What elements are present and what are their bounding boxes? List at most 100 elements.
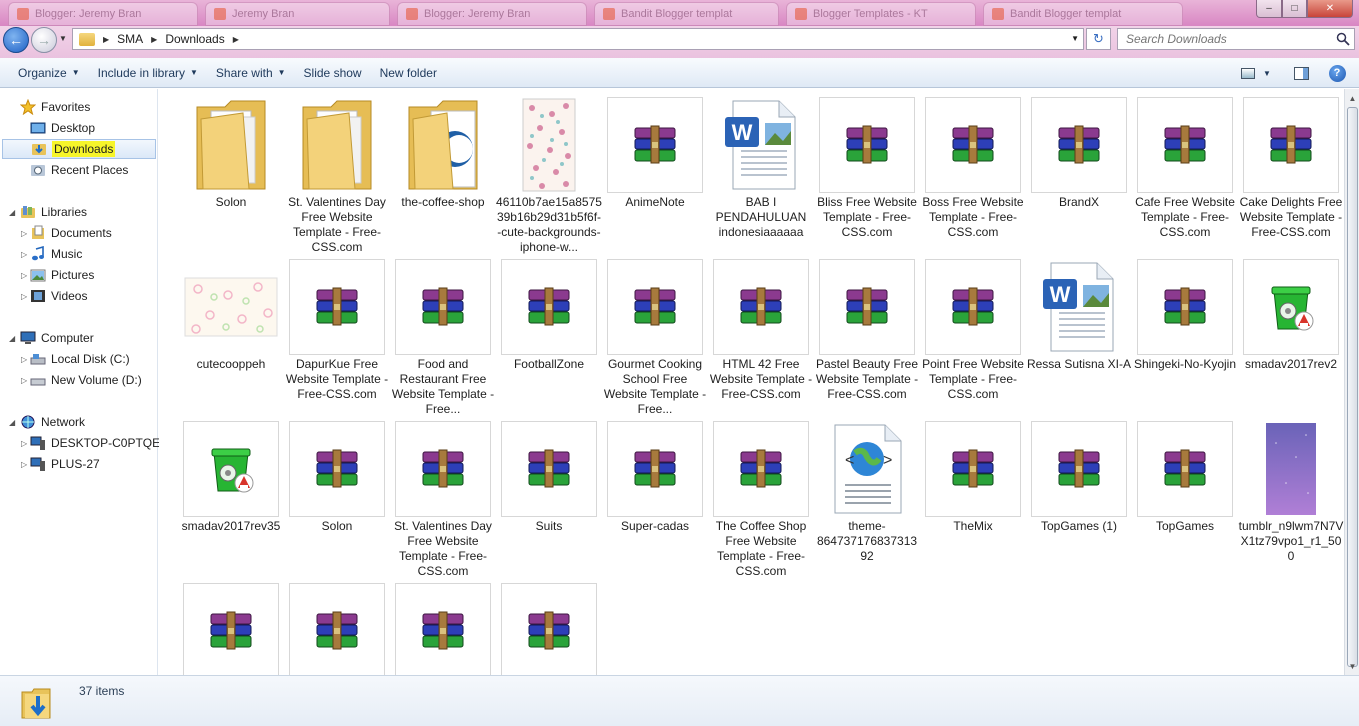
chevron-right-icon[interactable]: ▷ xyxy=(21,376,27,385)
maximize-button[interactable]: □ xyxy=(1282,0,1307,18)
chevron-right-icon[interactable]: ▷ xyxy=(21,439,27,448)
close-button[interactable]: ✕ xyxy=(1307,0,1353,18)
file-item[interactable]: TheMix xyxy=(920,416,1026,576)
file-item[interactable]: W Ressa Sutisna XI-A xyxy=(1026,254,1132,414)
refresh-button[interactable]: ↻ xyxy=(1086,28,1111,50)
nav-network[interactable]: Network xyxy=(20,412,85,432)
chevron-right-icon[interactable]: ▶ xyxy=(233,35,239,44)
file-item[interactable]: smadav2017rev2 xyxy=(1238,254,1344,414)
preview-pane-button[interactable] xyxy=(1290,62,1312,84)
nav-videos[interactable]: Videos xyxy=(30,286,87,306)
chevron-right-icon[interactable]: ▷ xyxy=(21,271,27,280)
forward-button[interactable]: → xyxy=(31,27,57,53)
file-item[interactable] xyxy=(284,578,390,675)
search-input[interactable] xyxy=(1126,32,1326,46)
browser-tab[interactable]: Blogger: Jeremy Bran xyxy=(397,2,587,26)
file-item[interactable]: St. Valentines Day Free Website Template… xyxy=(284,92,390,254)
browser-tab[interactable]: Jeremy Bran xyxy=(205,2,390,26)
nav-plus27[interactable]: PLUS-27 xyxy=(30,454,100,474)
chevron-right-icon[interactable]: ▶ xyxy=(103,35,109,44)
file-item[interactable]: TopGames (1) xyxy=(1026,416,1132,576)
minimize-button[interactable]: – xyxy=(1256,0,1282,18)
nav-pictures[interactable]: Pictures xyxy=(30,265,94,285)
nav-music[interactable]: Music xyxy=(30,244,82,264)
file-item[interactable]: BrandX xyxy=(1026,92,1132,252)
browser-tab[interactable]: Blogger Templates - KT xyxy=(786,2,976,26)
file-item[interactable]: FootballZone xyxy=(496,254,602,414)
chevron-down-icon[interactable]: ◢ xyxy=(9,334,15,343)
nav-recent-places[interactable]: Recent Places xyxy=(30,160,128,180)
file-item[interactable]: tumblr_n9lwm7N7VX1tz79vpo1_r1_500 xyxy=(1238,416,1344,576)
file-item[interactable]: Gourmet Cooking School Free Website Temp… xyxy=(602,254,708,416)
file-item[interactable]: cutecooppeh xyxy=(178,254,284,414)
file-item[interactable]: Boss Free Website Template - Free-CSS.co… xyxy=(920,92,1026,252)
nav-desktop[interactable]: Desktop xyxy=(30,118,95,138)
file-item[interactable]: The Coffee Shop Free Website Template - … xyxy=(708,416,814,578)
recent-pages-dropdown[interactable]: ▼ xyxy=(59,34,67,43)
file-item[interactable]: Bliss Free Website Template - Free-CSS.c… xyxy=(814,92,920,252)
file-item[interactable]: Shingeki-No-Kyojin xyxy=(1132,254,1238,414)
breadcrumb-sma[interactable]: SMA xyxy=(117,32,143,46)
file-item[interactable]: Cake Delights Free Website Template - Fr… xyxy=(1238,92,1344,252)
nav-computer[interactable]: Computer xyxy=(20,328,94,348)
file-item[interactable]: the-coffee-shop xyxy=(390,92,496,252)
chevron-right-icon[interactable]: ▶ xyxy=(151,35,157,44)
chevron-down-icon[interactable]: ▼ xyxy=(1071,34,1079,43)
nav-local-disk[interactable]: Local Disk (C:) xyxy=(30,349,130,369)
file-item[interactable]: St. Valentines Day Free Website Template… xyxy=(390,416,496,578)
address-bar[interactable]: ▶ SMA ▶ Downloads ▶ ▼ xyxy=(72,28,1084,50)
nav-documents[interactable]: Documents xyxy=(30,223,112,243)
nav-favorites[interactable]: Favorites xyxy=(20,97,90,117)
nav-libraries[interactable]: Libraries xyxy=(20,202,87,222)
chevron-down-icon[interactable]: ▼ xyxy=(1347,660,1358,672)
file-item[interactable]: HTML 42 Free Website Template - Free-CSS… xyxy=(708,254,814,414)
nav-downloads[interactable]: Downloads xyxy=(2,139,156,159)
chevron-right-icon[interactable]: ▷ xyxy=(21,355,27,364)
file-item[interactable]: W BAB I PENDAHULUAN indonesiaaaaaa xyxy=(708,92,814,252)
file-item[interactable]: < > theme-86473717683731392 xyxy=(814,416,920,576)
file-item[interactable]: Cafe Free Website Template - Free-CSS.co… xyxy=(1132,92,1238,252)
winrar-archive-icon xyxy=(1137,97,1233,193)
chevron-up-icon[interactable]: ▲ xyxy=(1347,92,1358,104)
help-button[interactable]: ? xyxy=(1327,62,1347,84)
scrollbar-thumb[interactable] xyxy=(1347,107,1358,667)
file-item[interactable] xyxy=(390,578,496,675)
change-view-button[interactable]: ▼ xyxy=(1236,62,1276,84)
file-item[interactable]: smadav2017rev35 xyxy=(178,416,284,576)
new-folder-button[interactable]: New folder xyxy=(371,58,446,87)
include-in-library-button[interactable]: Include in library ▼ xyxy=(89,58,207,87)
file-item[interactable] xyxy=(496,578,602,675)
file-view[interactable]: Solon St. Valentines Day Free Website Tem… xyxy=(159,89,1344,675)
browser-tab[interactable]: Bandit Blogger templat xyxy=(983,2,1183,26)
file-item[interactable]: AnimeNote xyxy=(602,92,708,252)
slide-show-button[interactable]: Slide show xyxy=(295,58,371,87)
share-with-button[interactable]: Share with ▼ xyxy=(207,58,295,87)
chevron-down-icon[interactable]: ◢ xyxy=(9,418,15,427)
file-item[interactable]: Solon xyxy=(178,92,284,252)
file-item[interactable]: TopGames xyxy=(1132,416,1238,576)
nav-desktop-pc[interactable]: DESKTOP-C0PTQE9 xyxy=(30,433,167,453)
file-item[interactable]: Point Free Website Template - Free-CSS.c… xyxy=(920,254,1026,414)
file-item[interactable]: Food and Restaurant Free Website Templat… xyxy=(390,254,496,416)
file-item[interactable]: DapurKue Free Website Template - Free-CS… xyxy=(284,254,390,414)
back-button[interactable]: ← xyxy=(3,27,29,53)
file-item[interactable]: Super-cadas xyxy=(602,416,708,576)
chevron-right-icon[interactable]: ▷ xyxy=(21,292,27,301)
search-icon[interactable] xyxy=(1336,32,1350,46)
chevron-right-icon[interactable]: ▷ xyxy=(21,229,27,238)
browser-tab[interactable]: Bandit Blogger templat xyxy=(594,2,779,26)
chevron-right-icon[interactable]: ▷ xyxy=(21,250,27,259)
nav-new-volume[interactable]: New Volume (D:) xyxy=(30,370,142,390)
chevron-down-icon[interactable]: ◢ xyxy=(9,208,15,217)
file-item[interactable] xyxy=(178,578,284,675)
chevron-right-icon[interactable]: ▷ xyxy=(21,460,27,469)
file-item[interactable]: 46110b7ae15a857539b16b29d31b5f6f--cute-b… xyxy=(496,92,602,254)
search-box[interactable] xyxy=(1117,28,1355,50)
file-item[interactable]: Solon xyxy=(284,416,390,576)
breadcrumb-downloads[interactable]: Downloads xyxy=(165,32,224,46)
organize-button[interactable]: Organize ▼ xyxy=(9,58,89,87)
file-item[interactable]: Suits xyxy=(496,416,602,576)
file-item[interactable]: Pastel Beauty Free Website Template - Fr… xyxy=(814,254,920,414)
browser-tab[interactable]: Blogger: Jeremy Bran xyxy=(8,2,198,26)
vertical-scrollbar[interactable]: ▲ ▼ xyxy=(1344,89,1359,675)
